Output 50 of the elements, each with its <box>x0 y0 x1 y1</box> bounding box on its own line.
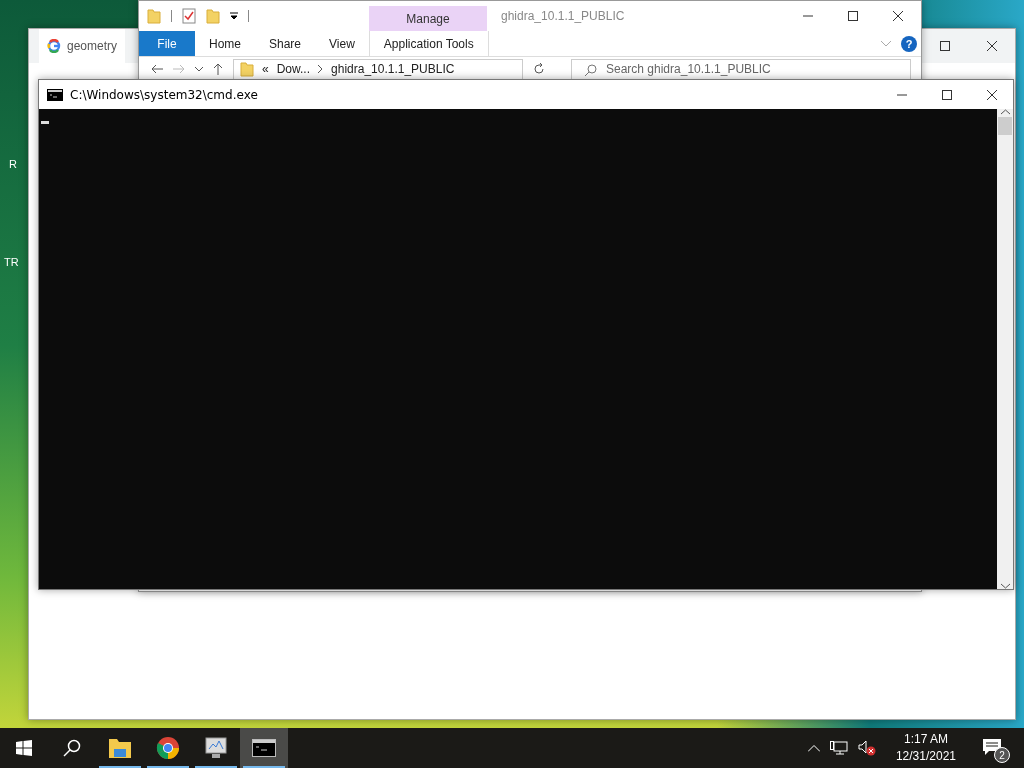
overflow-chevron[interactable]: « <box>262 62 269 76</box>
back-icon[interactable] <box>151 64 163 74</box>
chevron-up-icon[interactable] <box>807 744 820 752</box>
close-icon[interactable] <box>893 11 903 21</box>
properties-icon[interactable] <box>182 8 196 24</box>
windows-icon <box>16 740 32 756</box>
notification-button[interactable]: 2 <box>982 735 1008 761</box>
scroll-up-icon[interactable] <box>1000 109 1010 115</box>
window-title: C:\Windows\system32\cmd.exe <box>70 87 258 102</box>
text-cursor <box>41 121 49 124</box>
scrollbar-thumb[interactable] <box>998 117 1012 135</box>
browser-icon <box>156 736 180 760</box>
chevron-right-icon <box>318 65 324 73</box>
speaker-muted-icon[interactable] <box>857 740 876 756</box>
search-field[interactable]: Search ghidra_10.1.1_PUBLIC <box>571 58 911 80</box>
context-tab-group: Manage <box>369 6 487 31</box>
help-button[interactable]: ? <box>901 35 917 52</box>
scrollbar[interactable] <box>997 109 1013 589</box>
maximize-icon[interactable] <box>942 89 952 100</box>
ribbon-tab[interactable]: Home <box>195 31 255 56</box>
monitor-icon <box>203 736 229 760</box>
clock-date[interactable]: 12/31/2021 <box>895 748 956 765</box>
chevron-down-icon[interactable] <box>195 66 203 72</box>
close-icon[interactable] <box>987 89 997 100</box>
scroll-down-icon[interactable] <box>1000 583 1010 589</box>
ribbon-tab[interactable]: File <box>139 31 195 56</box>
search-icon <box>585 63 597 76</box>
search-icon <box>63 739 81 757</box>
up-icon[interactable] <box>213 63 223 75</box>
taskbar-app-button[interactable] <box>240 728 288 768</box>
console-icon <box>252 739 276 757</box>
clock-time[interactable]: 1:17 AM <box>903 731 948 748</box>
browser-tab[interactable]: geometry <box>39 29 126 63</box>
maximize-icon[interactable] <box>848 11 858 21</box>
breadcrumb[interactable]: Dow... <box>276 62 311 76</box>
ribbon-tab[interactable]: Share <box>255 31 316 56</box>
refresh-icon[interactable] <box>533 63 545 75</box>
maximize-icon[interactable] <box>940 41 950 51</box>
breadcrumb[interactable]: ghidra_10.1.1_PUBLIC <box>331 62 455 76</box>
network-icon[interactable] <box>829 741 848 755</box>
close-icon[interactable] <box>987 41 997 51</box>
desktop-icon-label: R <box>9 158 17 170</box>
search-engine-icon <box>47 39 61 53</box>
desktop-icon-label: TR <box>4 256 19 268</box>
ribbon-tab[interactable]: View <box>315 31 369 56</box>
folder-icon <box>108 737 132 759</box>
window-title: ghidra_10.1.1_PUBLIC <box>501 9 625 23</box>
dropdown-icon[interactable] <box>230 12 238 20</box>
console-icon <box>47 88 63 101</box>
ribbon-tab[interactable]: Application Tools <box>368 31 489 56</box>
